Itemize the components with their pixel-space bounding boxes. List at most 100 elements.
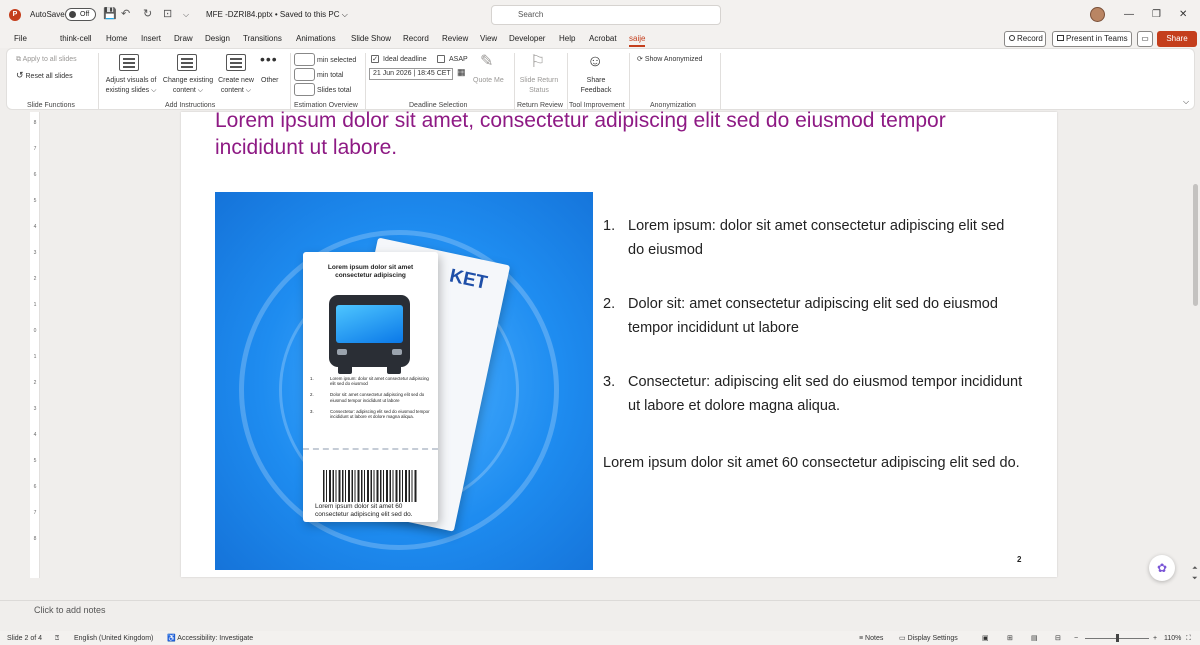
reset-all-slides-button[interactable]: ↺ Reset all slides <box>16 71 73 81</box>
zoom-in-button[interactable]: + <box>1153 634 1157 643</box>
apply-all-slides-label: Apply to all slides <box>22 56 77 63</box>
autosave-label: AutoSave <box>30 10 65 19</box>
share-button[interactable]: Share <box>1157 31 1197 47</box>
create-content-icon[interactable] <box>226 54 246 71</box>
change-content-label-2[interactable]: content ⌵ <box>160 86 216 95</box>
tab-home[interactable]: Home <box>106 34 127 44</box>
close-button[interactable]: ✕ <box>1179 8 1187 21</box>
slideshow-view-icon[interactable]: ⊟ <box>1055 634 1061 643</box>
tab-think-cell[interactable]: think-cell <box>60 34 92 44</box>
adjust-visuals-icon[interactable] <box>119 54 139 71</box>
tab-animations[interactable]: Animations <box>296 34 336 44</box>
refresh-icon: ⟳ <box>637 56 643 63</box>
tab-slide-show[interactable]: Slide Show <box>351 34 391 44</box>
collapse-ribbon-icon[interactable]: ⌵ <box>1183 97 1189 106</box>
adjust-visuals-label-2[interactable]: existing slides ⌵ <box>103 86 159 95</box>
ticket-list-text: Consectetur: adipiscing elit sed do eius… <box>330 408 430 420</box>
show-anonymized-button[interactable]: ⟳ Show Anonymized <box>637 55 702 64</box>
scroll-up-icon[interactable]: ⏶ <box>1192 565 1198 573</box>
ideal-deadline-label: Ideal deadline <box>383 56 427 63</box>
slide-return-status-label-2[interactable]: Status <box>517 86 561 95</box>
change-content-icon[interactable] <box>177 54 197 71</box>
adjust-visuals-button[interactable]: Adjust visuals of <box>103 76 159 85</box>
record-button[interactable]: Record <box>1004 31 1046 47</box>
slide-canvas[interactable]: Lorem ipsum dolor sit amet, consectetur … <box>181 109 1057 577</box>
save-icon[interactable]: 💾 <box>103 8 117 21</box>
feedback-icon[interactable]: ☺ <box>587 52 603 71</box>
ticket-list-text: Dolor sit: amet consectetur adipiscing e… <box>330 392 425 403</box>
autosave-toggle[interactable]: Off <box>65 8 96 21</box>
zoom-slider-knob[interactable] <box>1116 634 1119 642</box>
deadline-date-field[interactable]: 21 Jun 2026 | 18:45 CET <box>369 68 453 80</box>
list-item: 2. Dolor sit: amet consectetur adipiscing… <box>603 292 1023 340</box>
share-feedback-label-2[interactable]: Feedback <box>573 86 619 95</box>
minimize-button[interactable]: — <box>1124 8 1134 21</box>
document-title[interactable]: MFE -DZRI84.pptx • Saved to this PC ⌵ <box>206 10 348 20</box>
maximize-button[interactable]: ❐ <box>1152 8 1161 21</box>
accessibility-button[interactable]: ♿ Accessibility: Investigate <box>167 634 253 643</box>
list-item: 1. Lorem ipsum: dolor sit amet consectetu… <box>603 214 1023 262</box>
bus-wheel <box>338 367 352 374</box>
more-options-icon[interactable]: ••• <box>260 52 278 66</box>
tab-insert[interactable]: Insert <box>141 34 161 44</box>
tab-saije[interactable]: saije <box>629 34 646 47</box>
list-number: 2. <box>603 296 616 312</box>
calendar-icon[interactable]: ▦ <box>457 68 466 77</box>
copilot-button[interactable]: ✿ <box>1149 555 1175 581</box>
tab-help[interactable]: Help <box>559 34 575 44</box>
present-from-start-icon[interactable]: ⊡ <box>163 8 172 21</box>
language-indicator[interactable]: English (United Kingdom) <box>74 634 153 643</box>
ruler-number: 8 <box>33 536 37 542</box>
other-button[interactable]: Other <box>261 76 279 85</box>
slide-title[interactable]: Lorem ipsum dolor sit amet, consectetur … <box>215 107 975 161</box>
tab-draw[interactable]: Draw <box>174 34 193 44</box>
quote-me-icon[interactable]: ✎ <box>480 53 493 71</box>
zoom-level[interactable]: 110% <box>1164 634 1181 643</box>
slide-sorter-icon[interactable]: ⊞ <box>1007 634 1013 643</box>
tab-acrobat[interactable]: Acrobat <box>589 34 617 44</box>
scroll-down-icon[interactable]: ⏷ <box>1192 575 1198 583</box>
normal-view-icon[interactable]: ▣ <box>982 634 989 643</box>
notes-pane[interactable]: Click to add notes <box>0 600 1200 630</box>
search-input[interactable]: Search <box>491 5 721 25</box>
slide-paragraph[interactable]: Lorem ipsum dolor sit amet 60 consectetu… <box>603 451 1023 475</box>
notes-button[interactable]: ≡ Notes <box>859 634 883 643</box>
tab-record[interactable]: Record <box>403 34 429 44</box>
zoom-out-button[interactable]: − <box>1074 634 1078 643</box>
quote-me-button[interactable]: Quote Me <box>473 76 504 85</box>
ribbon-divider <box>514 53 515 109</box>
tab-review[interactable]: Review <box>442 34 468 44</box>
apply-all-slides-button[interactable]: ⧉ Apply to all slides <box>16 55 77 64</box>
present-in-teams-button[interactable]: Present in Teams <box>1052 31 1132 47</box>
share-button-label: Share <box>1166 34 1188 43</box>
ticket-illustration[interactable]: KET Lorem ipsum dolor sit amet consectet… <box>215 192 593 570</box>
tab-developer[interactable]: Developer <box>509 34 545 44</box>
redo-icon[interactable]: ↻ <box>143 8 152 21</box>
share-feedback-button[interactable]: Share <box>573 76 619 85</box>
flag-icon[interactable]: ⚐ <box>530 52 545 71</box>
reading-view-icon[interactable]: ▤ <box>1031 634 1038 643</box>
ruler-number: 2 <box>33 380 37 386</box>
slide-numbered-list[interactable]: 1. Lorem ipsum: dolor sit amet consectetu… <box>603 214 1023 448</box>
create-content-button[interactable]: Create new <box>215 76 257 85</box>
change-content-button[interactable]: Change existing <box>160 76 216 85</box>
tab-view[interactable]: View <box>480 34 497 44</box>
spelling-icon[interactable]: ⍰ <box>55 634 59 643</box>
slide-return-status-button[interactable]: Slide Return <box>517 76 561 85</box>
fit-slide-icon[interactable]: ⛶ <box>1186 634 1191 643</box>
saije-ribbon: ⧉ Apply to all slides ↺ Reset all slides… <box>6 48 1195 110</box>
group-label-add-instructions: Add Instructions <box>165 102 216 109</box>
tab-design[interactable]: Design <box>205 34 230 44</box>
tab-file[interactable]: File <box>14 34 27 44</box>
customize-toolbar-icon[interactable]: ⌵ <box>183 8 189 21</box>
create-content-label-2[interactable]: content ⌵ <box>215 86 257 95</box>
scrollbar-thumb[interactable] <box>1193 184 1198 306</box>
ideal-deadline-checkbox[interactable]: ✓ <box>371 55 379 63</box>
undo-icon[interactable]: ↶ <box>121 8 130 21</box>
user-avatar[interactable] <box>1090 7 1105 22</box>
comments-button[interactable]: ▭ <box>1137 31 1153 47</box>
display-settings-button[interactable]: ▭ Display Settings <box>899 634 958 643</box>
tab-transitions[interactable]: Transitions <box>243 34 282 44</box>
barcode <box>323 470 418 502</box>
asap-checkbox[interactable] <box>437 55 445 63</box>
